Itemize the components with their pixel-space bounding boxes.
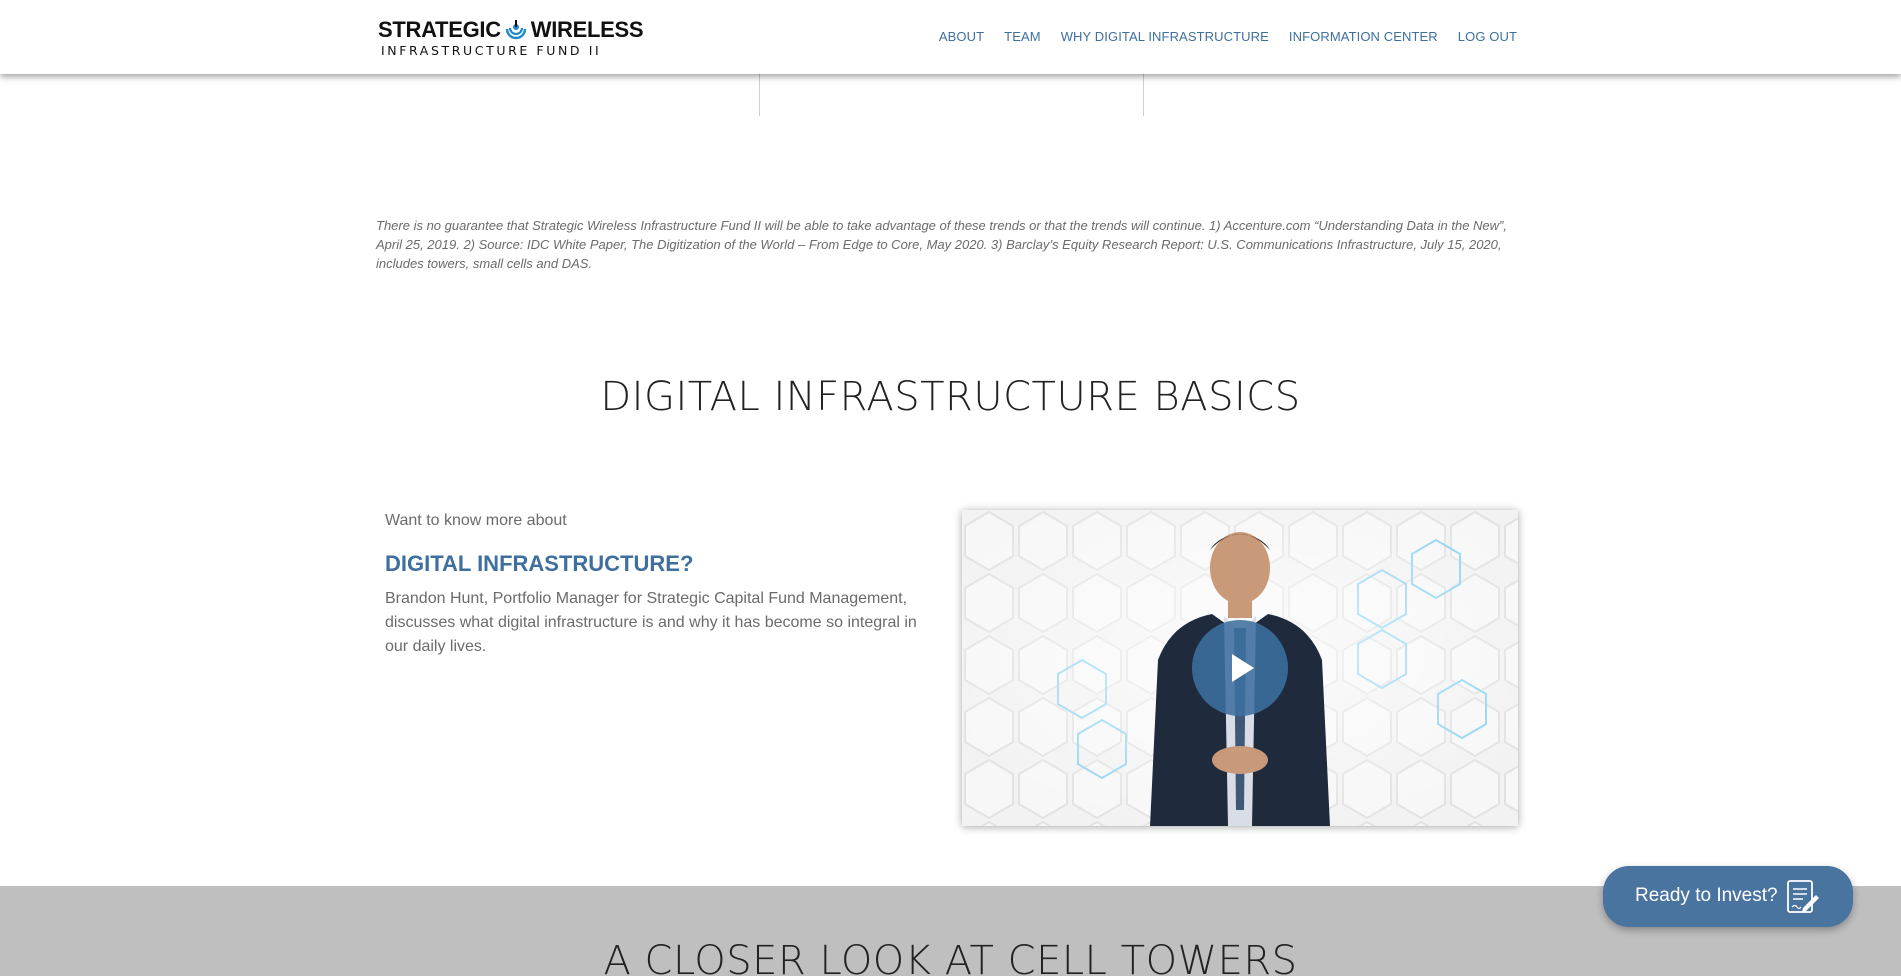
column-divider [1143,74,1144,116]
footnote-disclaimer: There is no guarantee that Strategic Wir… [376,218,1507,271]
column-divider [759,74,760,116]
logo-wordmark: STRATEGIC WIRELESS [378,17,644,42]
nav-about[interactable]: ABOUT [939,29,984,44]
logo-subtitle: INFRASTRUCTURE FUND II [381,43,602,58]
nav-why-digital-infrastructure[interactable]: WHY DIGITAL INFRASTRUCTURE [1061,29,1269,44]
nav-information-center[interactable]: INFORMATION CENTER [1289,29,1438,44]
play-button[interactable] [1192,620,1288,716]
intro-description: Brandon Hunt, Portfolio Manager for Stra… [385,590,917,655]
section-title-cell-towers: A CLOSER LOOK AT CELL TOWERS [603,938,1298,976]
play-icon [1232,654,1254,682]
nav-log-out[interactable]: LOG OUT [1458,29,1517,44]
nav-team[interactable]: TEAM [1004,29,1041,44]
document-sign-icon [1785,878,1821,916]
video-player[interactable] [962,510,1518,826]
site-header: STRATEGIC WIRELESS INFRASTRUCTURE FUND I… [0,0,1901,74]
ready-to-invest-button[interactable]: Ready to Invest? [1603,866,1853,927]
ready-to-invest-label: Ready to Invest? [1635,885,1778,906]
logo-signal-icon [504,18,528,42]
section-title-basics: DIGITAL INFRASTRUCTURE BASICS [600,374,1301,420]
intro-heading: DIGITAL INFRASTRUCTURE? [385,551,694,576]
intro-lead-text: Want to know more about [385,512,567,529]
main-nav: ABOUT TEAM WHY DIGITAL INFRASTRUCTURE IN… [939,29,1517,44]
site-logo[interactable]: STRATEGIC WIRELESS INFRASTRUCTURE FUND I… [378,17,644,60]
logo-text-strategic: STRATEGIC [378,17,501,42]
logo-text-wireless: WIRELESS [530,17,644,42]
